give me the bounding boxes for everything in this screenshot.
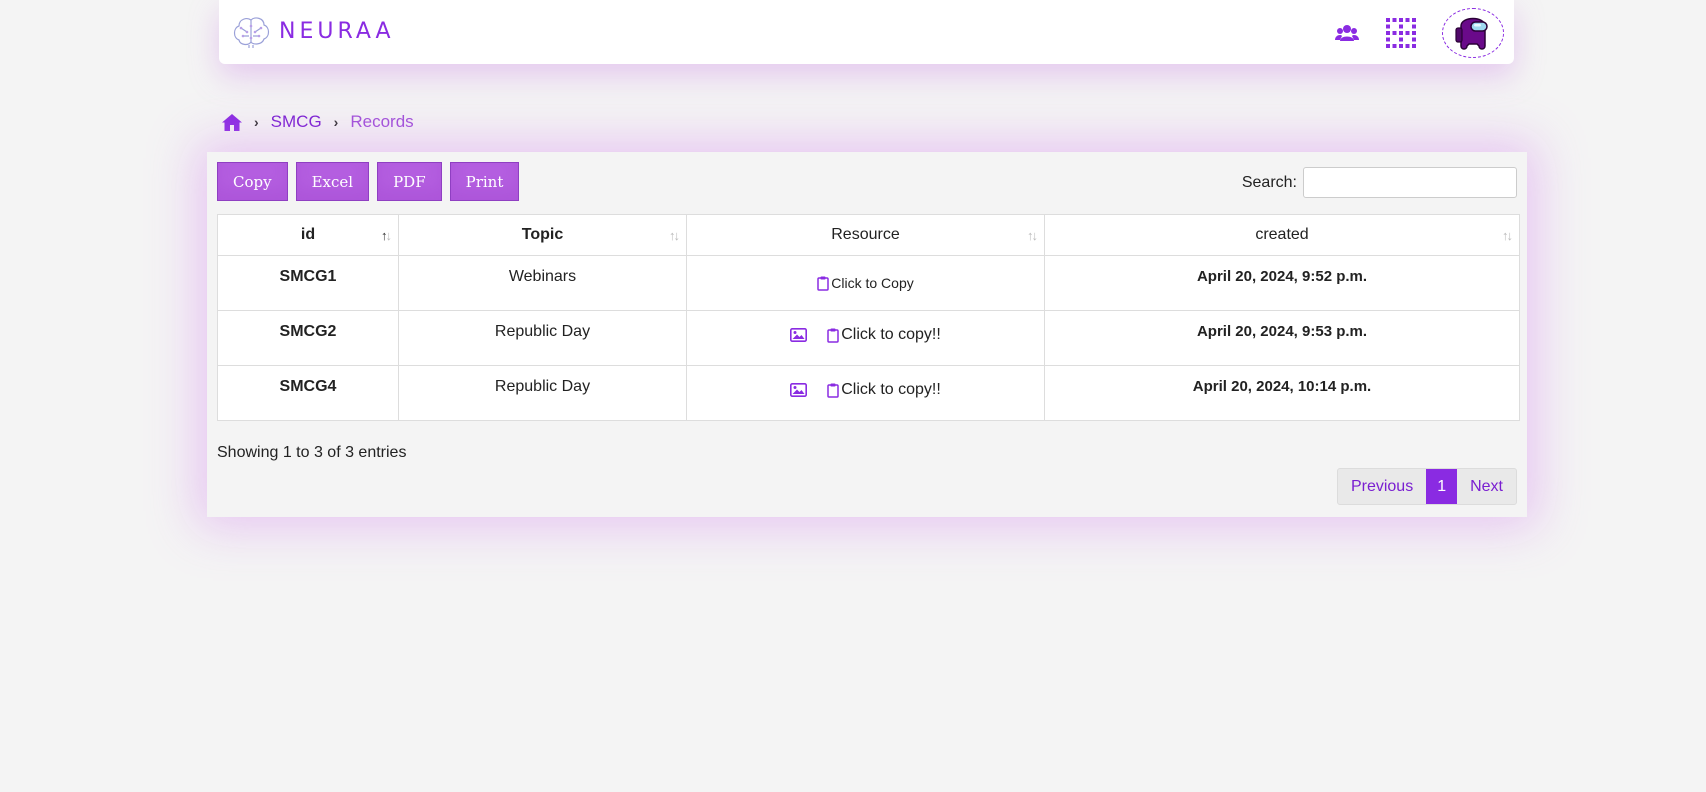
cell-topic: Republic Day — [398, 310, 687, 366]
column-header-id[interactable]: id ↑↓ — [217, 214, 399, 256]
table-row: SMCG1 Webinars Click to Copy April 20, 2… — [217, 255, 1520, 311]
table-row: SMCG2 Republic Day Click to copy!! April… — [217, 310, 1520, 366]
table-row: SMCG4 Republic Day Click to copy!! April… — [217, 365, 1520, 421]
column-header-label: Topic — [521, 226, 564, 243]
breadcrumb-separator: › — [333, 114, 339, 130]
cell-created: April 20, 2024, 9:53 p.m. — [1044, 310, 1520, 366]
next-page-button[interactable]: Next — [1457, 469, 1516, 504]
clipboard-icon — [817, 276, 830, 291]
column-header-resource[interactable]: Resource ↑↓ — [686, 214, 1045, 256]
column-header-label: created — [1255, 226, 1309, 243]
top-navbar: NEURAA — [219, 0, 1514, 64]
column-header-label: Resource — [831, 226, 900, 243]
copy-resource-link[interactable]: Click to copy!! — [827, 326, 941, 344]
search-input[interactable] — [1303, 167, 1517, 198]
copy-button[interactable]: Copy — [217, 162, 288, 201]
copy-resource-link[interactable]: Click to copy!! — [827, 381, 941, 399]
excel-button[interactable]: Excel — [295, 162, 370, 201]
cell-resource: Click to Copy — [686, 255, 1045, 311]
cell-created: April 20, 2024, 9:52 p.m. — [1044, 255, 1520, 311]
brand-name: NEURAA — [279, 18, 395, 44]
cell-resource: Click to copy!! — [686, 365, 1045, 421]
column-header-label: id — [300, 226, 316, 243]
home-icon[interactable] — [222, 113, 242, 131]
breadcrumb-separator: › — [254, 114, 259, 130]
previous-page-button[interactable]: Previous — [1338, 469, 1426, 504]
copy-resource-link[interactable]: Click to Copy — [817, 275, 914, 291]
breadcrumb-current: Records — [350, 112, 414, 131]
cell-resource: Click to copy!! — [686, 310, 1045, 366]
records-table: id ↑↓ Topic ↑↓ Resource ↑↓ created ↑↓ SM… — [217, 214, 1520, 421]
copy-resource-label: Click to copy!! — [841, 326, 941, 343]
brain-logo-icon — [233, 17, 270, 48]
sort-icon: ↑↓ — [669, 228, 680, 243]
column-header-created[interactable]: created ↑↓ — [1044, 214, 1520, 256]
clipboard-icon — [827, 328, 839, 343]
apps-grid-icon[interactable] — [1386, 18, 1416, 48]
table-info: Showing 1 to 3 of 3 entries — [217, 444, 407, 461]
records-card: Copy Excel PDF Print Search: id ↑↓ Topic… — [207, 152, 1527, 517]
cell-topic: Republic Day — [398, 365, 687, 421]
brand[interactable]: NEURAA — [231, 14, 395, 48]
breadcrumb: › SMCG › Records — [222, 112, 414, 132]
column-header-topic[interactable]: Topic ↑↓ — [398, 214, 687, 256]
pdf-button[interactable]: PDF — [377, 162, 442, 201]
crewmate-avatar-icon — [1455, 17, 1488, 50]
copy-resource-label: Click to Copy — [831, 275, 914, 291]
clipboard-icon — [827, 383, 839, 398]
image-icon[interactable] — [790, 383, 808, 397]
cell-id: SMCG2 — [217, 310, 399, 366]
cell-id: SMCG4 — [217, 365, 399, 421]
cell-topic: Webinars — [398, 255, 687, 311]
table-header-row: id ↑↓ Topic ↑↓ Resource ↑↓ created ↑↓ — [217, 214, 1520, 256]
pagination: Previous 1 Next — [1336, 468, 1517, 505]
sort-icon: ↑↓ — [1027, 228, 1038, 243]
search-box: Search: — [1242, 167, 1517, 198]
print-button[interactable]: Print — [449, 162, 520, 201]
image-icon[interactable] — [790, 328, 808, 342]
page-1-button[interactable]: 1 — [1426, 469, 1458, 504]
users-icon[interactable] — [1334, 20, 1360, 46]
cell-created: April 20, 2024, 10:14 p.m. — [1044, 365, 1520, 421]
sort-ascending-icon: ↑↓ — [381, 228, 392, 243]
search-label: Search: — [1241, 173, 1297, 191]
cell-id: SMCG1 — [217, 255, 399, 311]
sort-icon: ↑↓ — [1502, 228, 1513, 243]
export-buttons: Copy Excel PDF Print — [217, 162, 520, 201]
breadcrumb-link-smcg[interactable]: SMCG — [271, 112, 322, 132]
avatar[interactable] — [1442, 8, 1504, 58]
copy-resource-label: Click to copy!! — [841, 381, 941, 398]
